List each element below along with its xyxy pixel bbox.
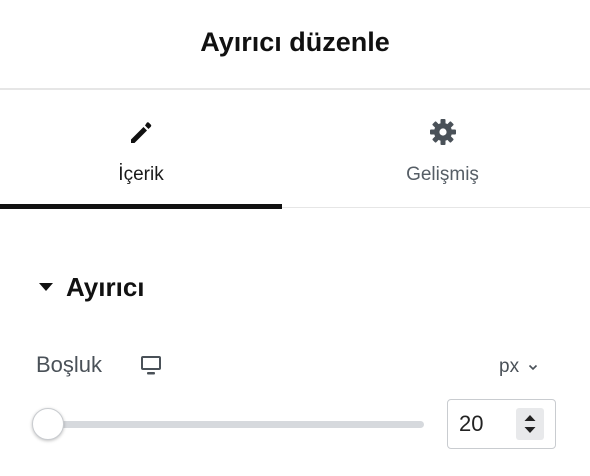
spacing-number-field[interactable] bbox=[447, 399, 556, 449]
unit-value: px bbox=[499, 356, 520, 377]
number-stepper[interactable] bbox=[516, 408, 544, 440]
spacing-slider[interactable] bbox=[32, 407, 424, 443]
control-label: Boşluk bbox=[36, 352, 103, 377]
pencil-icon bbox=[131, 122, 152, 143]
tab-advanced[interactable]: Gelişmiş bbox=[295, 92, 590, 207]
stepper-arrows-icon bbox=[524, 415, 536, 433]
panel-header: Ayırıcı düzenle bbox=[0, 0, 590, 90]
tab-label: İçerik bbox=[118, 164, 164, 185]
desktop-icon[interactable] bbox=[139, 353, 163, 377]
tab-content[interactable]: İçerik bbox=[0, 92, 282, 209]
slider-track bbox=[36, 421, 424, 428]
tab-label: Gelişmiş bbox=[406, 164, 479, 185]
slider-thumb[interactable] bbox=[32, 408, 64, 440]
chevron-down-icon bbox=[529, 364, 538, 371]
caret-down-icon bbox=[39, 283, 53, 291]
section-title: Ayırıcı bbox=[66, 271, 145, 302]
gear-icon bbox=[429, 119, 456, 145]
unit-select[interactable]: px bbox=[499, 355, 539, 379]
tab-bar: İçerik Gelişmiş bbox=[0, 92, 590, 209]
page-title: Ayırıcı düzenle bbox=[200, 27, 390, 57]
section-toggle[interactable]: Ayırıcı bbox=[36, 270, 145, 304]
spacing-input[interactable] bbox=[448, 400, 518, 448]
